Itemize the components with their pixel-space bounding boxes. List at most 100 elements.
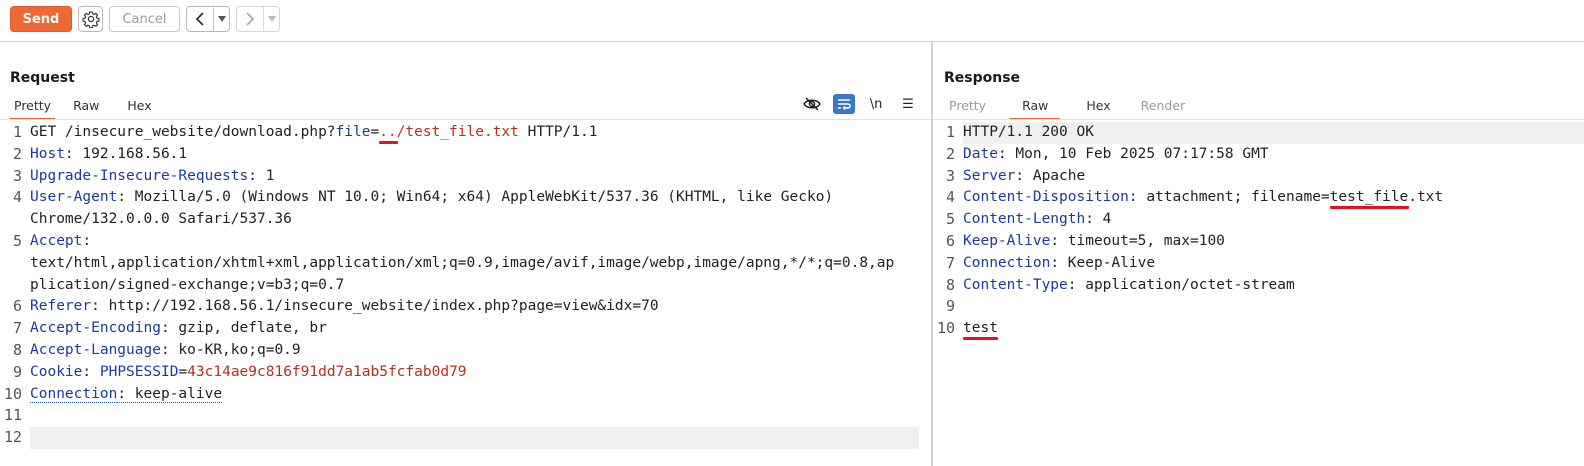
send-button[interactable]: Send xyxy=(10,6,72,32)
toolbar: Send Cancel xyxy=(0,0,1584,42)
token: Connection xyxy=(963,254,1051,271)
token: : ko-KR,ko;q=0.9 xyxy=(160,341,301,358)
request-editor[interactable]: 1 GET /insecure_website/download.php?file… xyxy=(0,122,931,449)
token: Server xyxy=(963,167,1016,184)
gear-icon xyxy=(81,11,100,28)
forward-button[interactable] xyxy=(236,6,280,32)
token: test xyxy=(963,320,998,337)
token: GET /insecure_website/download.php? xyxy=(30,124,336,140)
line-number: 1 xyxy=(12,123,22,141)
menu-icon[interactable]: ☰ xyxy=(897,94,919,114)
token: Accept-Encoding xyxy=(30,320,161,337)
token: Referer xyxy=(30,298,92,315)
token: Connection xyxy=(30,385,118,403)
request-tabs: Pretty Raw Hex xyxy=(10,98,156,120)
code-line: 9 xyxy=(933,296,1584,318)
token: PHPSESSID xyxy=(99,363,179,380)
settings-button[interactable] xyxy=(78,6,103,32)
response-title: Response xyxy=(944,70,1021,86)
token: text/html,application/xhtml+xml,applicat… xyxy=(30,254,895,271)
line-text: Upgrade-Insecure-Requests: 1 xyxy=(30,166,274,188)
token: Content-Disposition xyxy=(963,189,1129,206)
request-view-tools: \n ☰ xyxy=(801,94,919,114)
line-text: User-Agent: Mozilla/5.0 (Windows NT 10.0… xyxy=(30,187,833,209)
tab-raw[interactable]: Raw xyxy=(69,98,103,120)
token: Host xyxy=(30,145,65,162)
line-number: 4 xyxy=(12,188,22,207)
code-line: 11 xyxy=(0,405,931,427)
line-number: 9 xyxy=(945,297,955,316)
line-number: 9 xyxy=(12,362,22,381)
response-panel: Response Pretty Raw Hex Render 1 HTTP/1.1… xyxy=(933,42,1584,466)
tab-render[interactable]: Render xyxy=(1137,98,1190,120)
cancel-button[interactable]: Cancel xyxy=(109,6,180,32)
token: Chrome/132.0.0.0 Safari/537.36 xyxy=(30,211,292,228)
line-text xyxy=(30,427,919,449)
response-editor[interactable]: 1 HTTP/1.1 200 OK 2 Date: Mon, 10 Feb 2025 … xyxy=(933,122,1584,341)
tab-hex[interactable]: Hex xyxy=(1082,98,1114,120)
token: : Apache xyxy=(1015,167,1086,184)
token: : http://192.168.56.1/insecure_website/i… xyxy=(91,298,659,315)
code-line: 1 HTTP/1.1 200 OK xyxy=(933,122,1584,144)
token: : application/octet-stream xyxy=(1067,276,1295,293)
back-dropdown[interactable] xyxy=(214,7,229,31)
code-line: 10 test xyxy=(933,318,1584,341)
token: ../test_file.txt xyxy=(379,124,519,140)
line-text: Accept: xyxy=(30,231,91,253)
token: : timeout=5, max=100 xyxy=(1050,232,1225,249)
code-line: 5 Content-Length: 4 xyxy=(933,209,1584,231)
forward-dropdown[interactable] xyxy=(264,7,279,31)
token: : Mozilla/5.0 (Windows NT 10.0; Win64; x… xyxy=(117,189,834,206)
tab-pretty[interactable]: Pretty xyxy=(10,98,56,120)
line-text: Connection: keep-alive xyxy=(30,384,223,406)
back-button[interactable] xyxy=(186,6,230,32)
code-line: 7 Accept-Encoding: gzip, deflate, br xyxy=(0,318,931,340)
line-number: 4 xyxy=(945,188,955,207)
newline-button[interactable]: \n xyxy=(865,94,887,114)
chevron-down-icon xyxy=(267,16,276,22)
code-line: 3 Upgrade-Insecure-Requests: 1 xyxy=(0,166,931,188)
token: HTTP/1.1 200 OK xyxy=(963,124,1094,140)
token: Date xyxy=(963,145,998,162)
line-text: GET /insecure_website/download.php?file=… xyxy=(30,122,597,144)
code-line: 9 Cookie: PHPSESSID=43c14ae9c816f91dd7a1a… xyxy=(0,362,931,384)
code-line: 6 Referer: http://192.168.56.1/insecure_w… xyxy=(0,296,931,318)
line-text: Referer: http://192.168.56.1/insecure_we… xyxy=(30,296,659,318)
line-number: 7 xyxy=(945,253,955,272)
response-tabs: Pretty Raw Hex Render xyxy=(945,98,1189,120)
tab-hex[interactable]: Hex xyxy=(123,98,155,120)
annotation-underline xyxy=(963,337,998,341)
token: : gzip, deflate, br xyxy=(160,320,327,337)
chevron-down-icon xyxy=(217,16,226,22)
word-wrap-button[interactable] xyxy=(833,94,855,114)
line-number: 12 xyxy=(3,428,22,447)
code-line: plication/signed-exchange;v=b3;q=0.7 xyxy=(0,275,931,297)
line-text: plication/signed-exchange;v=b3;q=0.7 xyxy=(30,275,344,297)
code-line: 7 Connection: Keep-Alive xyxy=(933,253,1584,275)
line-number: 10 xyxy=(3,384,22,403)
code-line: text/html,application/xhtml+xml,applicat… xyxy=(0,253,931,275)
line-text: HTTP/1.1 200 OK xyxy=(963,122,1584,144)
code-line: 4 User-Agent: Mozilla/5.0 (Windows NT 10.… xyxy=(0,187,931,209)
line-number: 2 xyxy=(12,144,22,163)
code-line: Chrome/132.0.0.0 Safari/537.36 xyxy=(0,209,931,231)
token: plication/signed-exchange;v=b3;q=0.7 xyxy=(30,276,345,293)
line-text: Accept-Language: ko-KR,ko;q=0.9 xyxy=(30,340,301,362)
token: Accept xyxy=(30,232,83,249)
token: : 4 xyxy=(1085,211,1112,228)
line-number: 3 xyxy=(12,166,22,185)
tab-pretty[interactable]: Pretty xyxy=(945,98,990,120)
line-number: 7 xyxy=(12,319,22,338)
line-number: 11 xyxy=(3,406,22,425)
token: Cookie xyxy=(30,363,83,380)
token: : keep-alive xyxy=(117,385,223,403)
token: : xyxy=(82,363,100,380)
code-line: 1 GET /insecure_website/download.php?file… xyxy=(0,122,931,144)
line-number: 5 xyxy=(12,231,22,250)
chevron-right-icon[interactable] xyxy=(237,7,264,31)
token: HTTP/1.1 xyxy=(518,124,598,140)
line-number: 8 xyxy=(945,275,955,294)
hide-nonprintable-button[interactable] xyxy=(801,94,823,114)
chevron-left-icon[interactable] xyxy=(187,7,214,31)
tab-raw[interactable]: Raw xyxy=(1010,98,1061,120)
